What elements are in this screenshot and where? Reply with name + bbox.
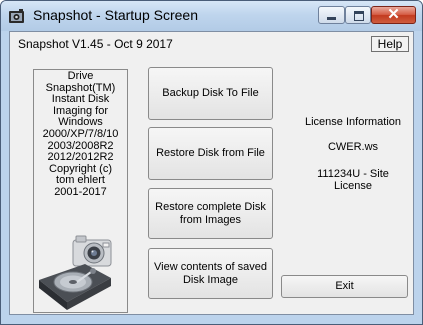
exit-button[interactable]: Exit	[281, 275, 408, 298]
app-window: Snapshot - Startup Screen ✕ Snapshot V1.…	[0, 0, 423, 325]
snapshot-app-icon	[9, 9, 24, 23]
minimize-button[interactable]	[318, 6, 345, 24]
close-button[interactable]: ✕	[371, 6, 416, 24]
product-info-panel: Drive Snapshot(TM) Instant Disk Imaging …	[33, 69, 128, 313]
view-disk-image-button[interactable]: View contents of saved Disk Image	[148, 248, 273, 299]
minimize-icon	[327, 17, 336, 20]
title-bar[interactable]: Snapshot - Startup Screen ✕	[1, 1, 422, 31]
view-disk-image-label: View contents of saved Disk Image	[154, 260, 267, 286]
licensee-name: CWER.ws	[327, 141, 379, 153]
product-info-text: Drive Snapshot(TM) Instant Disk Imaging …	[42, 70, 119, 198]
help-button[interactable]: Help	[371, 36, 409, 52]
backup-disk-button[interactable]: Backup Disk To File	[148, 67, 273, 120]
close-icon: ✕	[387, 6, 400, 23]
maximize-icon	[354, 11, 364, 21]
client-area: Snapshot V1.45 - Oct 9 2017 Help Drive S…	[9, 31, 414, 315]
window-title: Snapshot - Startup Screen	[33, 7, 198, 23]
license-title: License Information	[305, 116, 401, 128]
license-key: 111234U - Site License	[317, 168, 389, 192]
hard-disk-image	[39, 264, 111, 310]
backup-disk-label: Backup Disk To File	[162, 87, 259, 99]
restore-disk-button[interactable]: Restore Disk from File	[148, 127, 273, 180]
restore-complete-disk-button[interactable]: Restore complete Disk from Images	[148, 188, 273, 239]
restore-complete-disk-label: Restore complete Disk from Images	[155, 200, 266, 226]
maximize-button[interactable]	[345, 6, 371, 24]
version-label: Snapshot V1.45 - Oct 9 2017	[18, 37, 173, 51]
restore-disk-label: Restore Disk from File	[156, 147, 265, 159]
